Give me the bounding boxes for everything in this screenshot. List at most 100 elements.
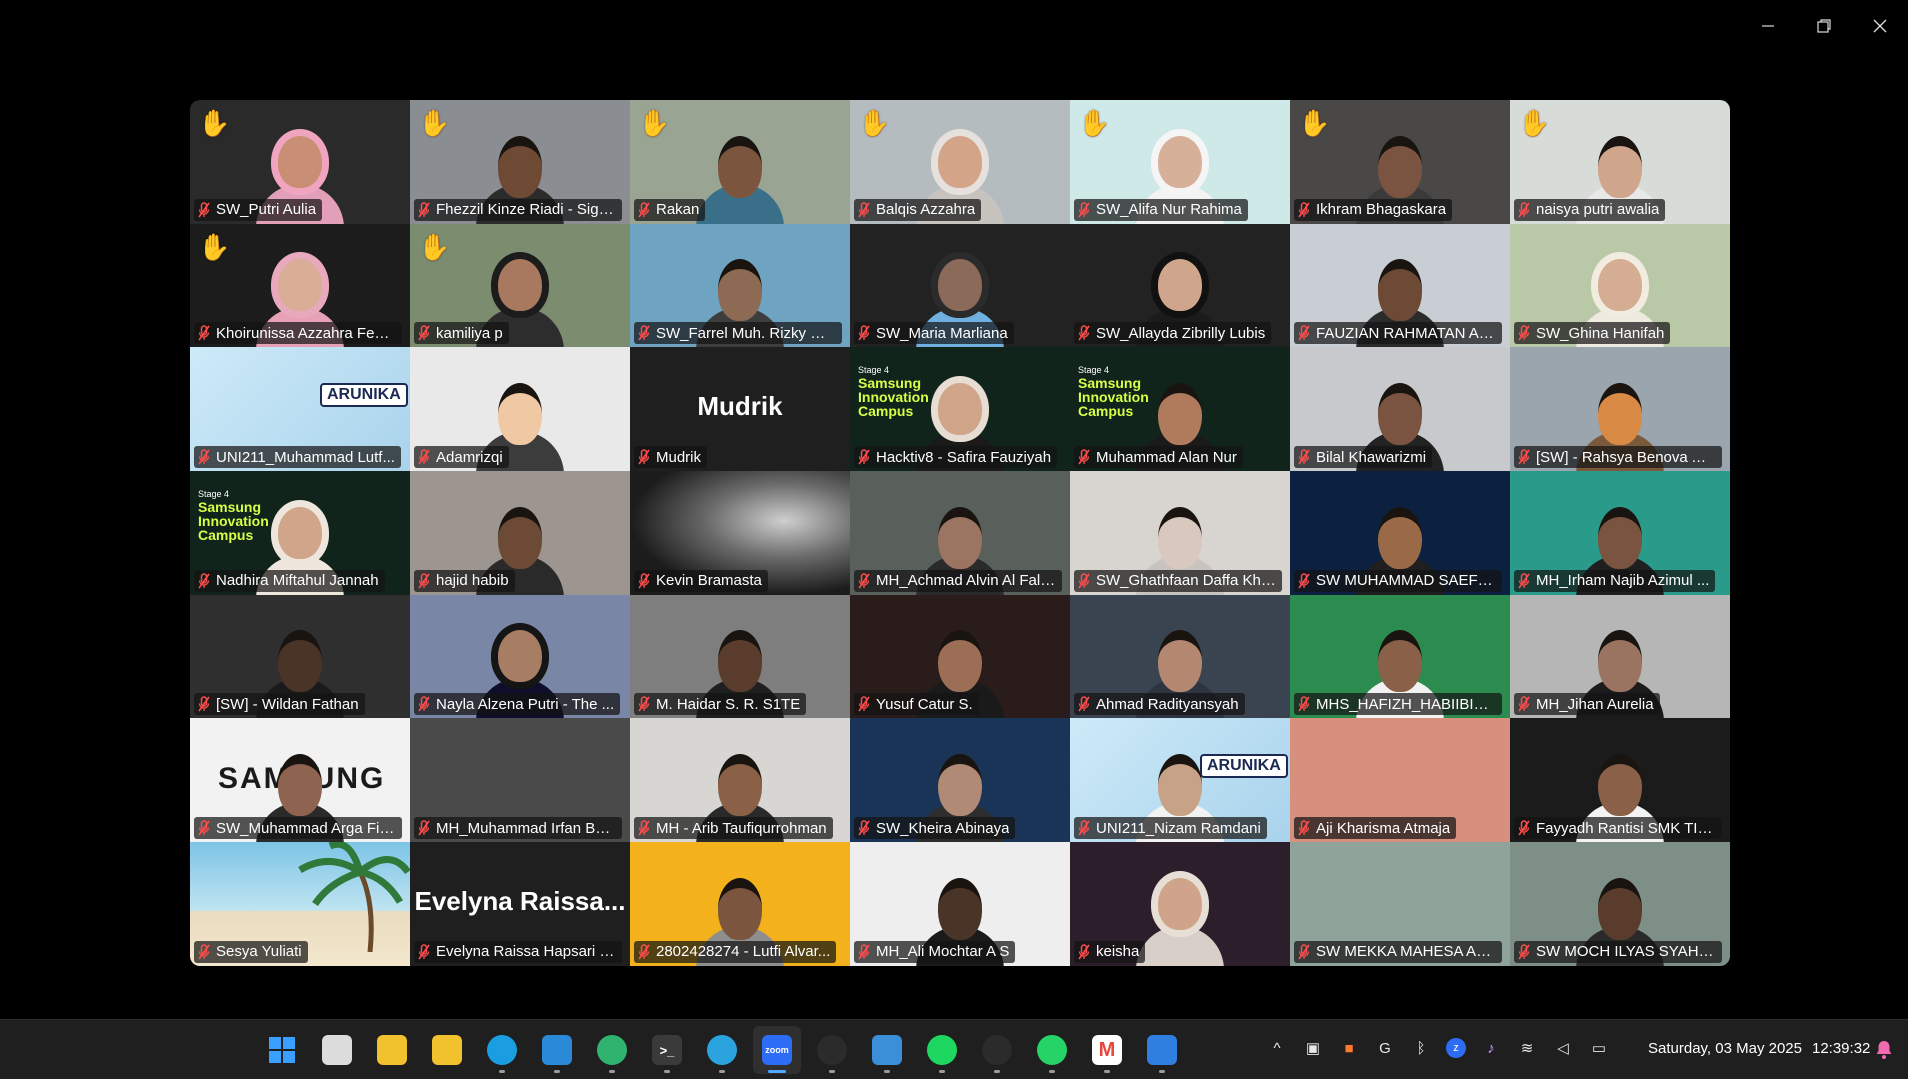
mic-muted-icon [858,573,870,589]
volume-icon[interactable]: ◁ [1552,1036,1574,1060]
telegram-icon[interactable] [698,1026,746,1074]
participant-tile[interactable]: ARUNIKA UNI211_Nizam Ramdani [1070,718,1290,843]
participant-tile[interactable]: Nayla Alzena Putri - The ... [410,594,630,719]
participant-tile[interactable]: Kevin Bramasta [630,471,850,595]
chatgpt-icon[interactable] [973,1026,1021,1074]
obs-icon[interactable] [808,1026,856,1074]
participant-tile[interactable]: SW_Ghina Hanifah [1510,223,1730,348]
participant-tile[interactable]: SW MOCH ILYAS SYAHM... [1510,842,1730,966]
clock[interactable]: Saturday, 03 May 2025 12:39:32 [1648,1040,1870,1057]
participant-tile[interactable]: MHS_HAFIZH_HABIIBI_LU... [1290,594,1510,719]
participant-tile[interactable]: Stage 4 Samsung Innovation Campus Nadhira … [190,471,410,595]
lock-app-icon[interactable] [368,1026,416,1074]
participant-tile[interactable]: Adamrizqi [410,347,630,472]
edge-browser-icon[interactable] [478,1026,526,1074]
participant-tile[interactable]: SW MEKKA MAHESA ALB... [1290,842,1510,966]
drawing-app-icon-glyph [1147,1035,1177,1065]
participant-tile[interactable]: SAMSUNGSW_Muhammad Arga Fik... [190,718,410,843]
drawing-app-icon[interactable] [1138,1026,1186,1074]
participant-tile[interactable]: MH_Ali Mochtar A S [850,842,1070,966]
participant-tile[interactable]: 2802428274 - Lutfi Alvar... [630,842,850,966]
tray-orange-icon[interactable]: ■ [1338,1036,1360,1060]
participant-tile[interactable]: M. Haidar S. R. S1TE [630,594,850,719]
zoom-tray-icon[interactable]: z [1446,1038,1466,1058]
restore-icon[interactable] [1796,0,1852,52]
g-icon[interactable]: G [1374,1036,1396,1060]
participant-tile[interactable]: ✋ Fhezzil Kinze Riadi - Sigm... [410,100,630,224]
participant-tile[interactable]: ✋ Ikhram Bhagaskara [1290,100,1510,224]
participant-tile[interactable]: MH - Arib Taufiqurrohman [630,718,850,843]
participant-tile[interactable]: [SW] - Rahsya Benova Ak... [1510,347,1730,472]
telegram-icon-glyph [707,1035,737,1065]
participant-tile[interactable]: SW_Farrel Muh. Rizky Wi... [630,223,850,348]
running-indicator [884,1070,890,1073]
participant-name: MH_Ali Mochtar A S [876,943,1010,961]
participant-tile[interactable]: SW_Kheira Abinaya [850,718,1070,843]
vscode-icon[interactable] [533,1026,581,1074]
participant-tile[interactable]: Evelyna Raissa... Evelyna Raissa Hapsari … [410,842,630,966]
wifi-icon[interactable]: ≋ [1516,1036,1538,1060]
participant-tile[interactable]: ✋ naisya putri awalia [1510,100,1730,224]
participant-name: Muhammad Alan Nur [1096,448,1237,466]
mic-muted-icon [638,573,650,589]
participant-name: Balqis Azzahra [876,201,976,219]
raised-hand-icon: ✋ [418,231,451,262]
participant-tile[interactable]: ✋ Khoirunissa Azzahra Febri... [190,223,410,348]
participant-tile[interactable]: FAUZIAN RAHMATAN AN... [1290,223,1510,348]
window-controls [1740,0,1908,52]
participant-tile[interactable]: keisha [1070,842,1290,966]
participant-tile[interactable]: Aji Kharisma Atmaja [1290,718,1510,843]
mic-muted-icon [198,820,210,836]
chevron-up-icon[interactable]: ^ [1266,1036,1288,1060]
minimize-icon[interactable] [1740,0,1796,52]
participant-tile[interactable]: Stage 4 Samsung Innovation Campus Muhammad… [1070,347,1290,472]
whatsapp-icon[interactable] [1028,1026,1076,1074]
lock-app-icon-glyph [377,1035,407,1065]
windows-start-icon[interactable] [258,1026,306,1074]
participant-tile[interactable]: ✋ Balqis Azzahra [850,100,1070,224]
tray-app-icon[interactable]: ▣ [1302,1036,1324,1060]
notification-bell-icon[interactable] [1872,1038,1896,1062]
participant-name: Kevin Bramasta [656,572,762,590]
participant-tile[interactable]: MH_Muhammad Irfan Bai... [410,718,630,843]
gmail-icon[interactable]: M [1083,1026,1131,1074]
edge-profile-icon[interactable] [588,1026,636,1074]
participant-tile[interactable]: MH_Achmad Alvin Al Falah [850,471,1070,595]
participant-name: SW_Alifa Nur Rahima [1096,201,1242,219]
participant-tile[interactable]: SW_Allayda Zibrilly Lubis [1070,223,1290,348]
participant-tile[interactable]: Fayyadh Rantisi SMK TI B... [1510,718,1730,843]
mic-tray-icon[interactable]: ♪ [1480,1036,1502,1060]
running-indicator [499,1070,505,1073]
spotify-icon[interactable] [918,1026,966,1074]
zoom-icon[interactable]: zoom [753,1026,801,1074]
participant-tile[interactable]: SW MUHAMMAD SAEFU... [1290,471,1510,595]
participant-nametag: Fayyadh Rantisi SMK TI B... [1514,817,1722,840]
terminal-icon[interactable]: >_ [643,1026,691,1074]
participant-tile[interactable]: MH_Jihan Aurelia [1510,594,1730,719]
participant-tile[interactable]: ✋ SW_Alifa Nur Rahima [1070,100,1290,224]
participant-tile[interactable]: ✋ kamiliya p [410,223,630,348]
participant-tile[interactable]: ✋ Rakan [630,100,850,224]
participant-tile[interactable]: Mudrik Mudrik [630,347,850,472]
participant-tile[interactable]: Stage 4 Samsung Innovation Campus Hacktiv8… [850,347,1070,472]
participant-tile[interactable]: Yusuf Catur S. [850,594,1070,719]
bluetooth-icon[interactable]: ᛒ [1410,1036,1432,1060]
task-view-icon[interactable] [313,1026,361,1074]
participant-tile[interactable]: ARUNIKA UNI211_Muhammad Lutf... [190,347,410,472]
photos-icon[interactable] [863,1026,911,1074]
participant-tile[interactable]: [SW] - Wildan Fathan [190,594,410,719]
close-icon[interactable] [1852,0,1908,52]
participant-tile[interactable]: Ahmad Radityansyah [1070,594,1290,719]
participant-tile[interactable]: ✋ SW_Putri Aulia [190,100,410,224]
participant-tile[interactable]: MH_Irham Najib Azimul ... [1510,471,1730,595]
mic-muted-icon [1078,696,1090,712]
participant-gallery: ✋ SW_Putri Aulia ✋ Fhezzil Kinze Riadi - Si… [190,100,1730,966]
participant-tile[interactable]: hajid habib [410,471,630,595]
participant-tile[interactable]: Sesya Yuliati [190,842,410,966]
participant-tile[interactable]: SW_Maria Marliana [850,223,1070,348]
participant-tile[interactable]: SW_Ghathfaan Daffa Khai... [1070,471,1290,595]
participant-tile[interactable]: Bilal Khawarizmi [1290,347,1510,472]
file-explorer-icon[interactable] [423,1026,471,1074]
battery-icon[interactable]: ▭ [1588,1036,1610,1060]
running-indicator [664,1070,670,1073]
